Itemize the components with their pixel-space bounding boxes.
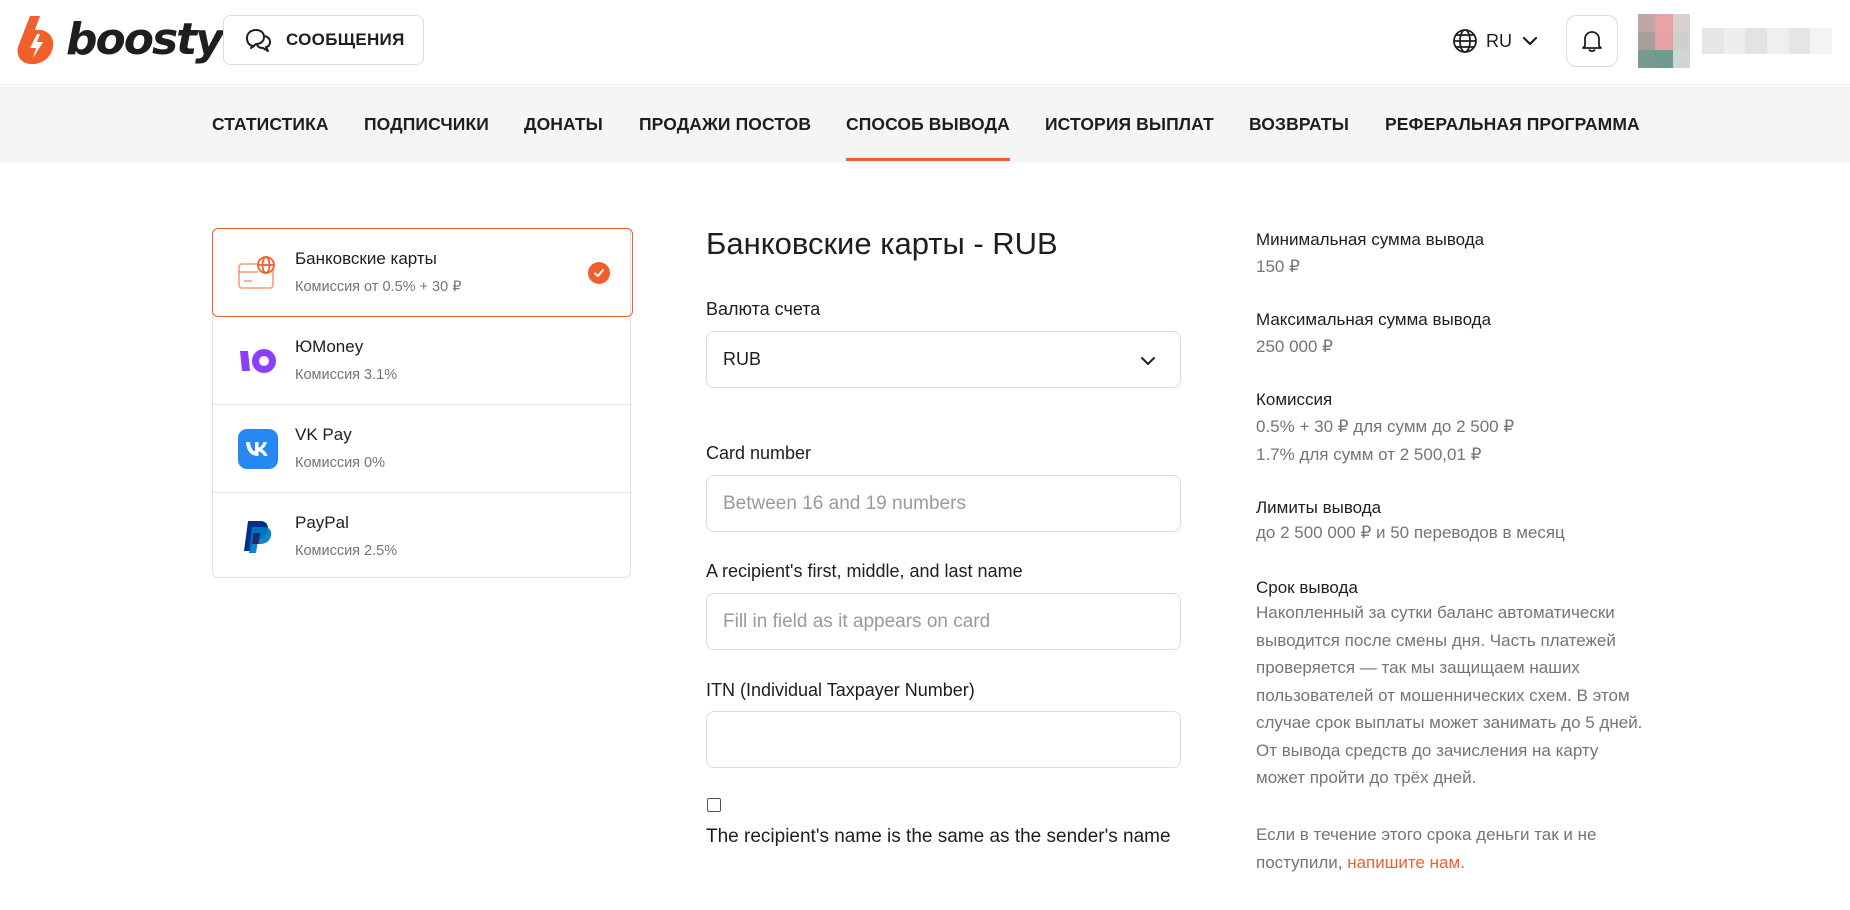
avatar[interactable] [1638, 14, 1690, 68]
boosty-logo[interactable]: boosty [16, 14, 224, 66]
notifications-button[interactable] [1566, 15, 1618, 67]
vk-icon [238, 428, 278, 469]
tab-payout-history[interactable]: ИСТОРИЯ ВЫПЛАТ [1045, 86, 1214, 163]
max-amount-value: 250 000 ₽ [1256, 337, 1333, 356]
payout-method-list: Банковские карты Комиссия от 0.5% + 30 ₽… [212, 228, 633, 581]
tab-subscribers[interactable]: ПОДПИСЧИКИ [364, 86, 489, 163]
method-title: ЮMoney [295, 337, 364, 356]
method-title: Банковские карты [295, 249, 437, 268]
recipient-name-placeholder: Fill in field as it appears on card [723, 610, 991, 632]
method-fee: Комиссия от 0.5% + 30 ₽ [295, 279, 462, 295]
max-amount-label: Максимальная сумма вывода [1256, 310, 1492, 329]
currency-select[interactable]: RUB [706, 331, 1181, 388]
currency-label: Валюта счета [706, 299, 821, 319]
tab-referral-program[interactable]: РЕФЕРАЛЬНАЯ ПРОГРАММА [1385, 86, 1640, 163]
boosty-wordmark: boosty [66, 14, 224, 65]
language-selector[interactable]: RU [1452, 25, 1540, 57]
yoomoney-icon [238, 341, 278, 381]
card-number-placeholder: Between 16 and 19 numbers [723, 492, 966, 514]
same-name-label: The recipient's name is the same as the … [706, 826, 1171, 847]
chevron-down-icon [1522, 36, 1538, 46]
form-title: Банковские карты - RUB [706, 226, 1058, 261]
cabinet-tabbar: СТАТИСТИКА ПОДПИСЧИКИ ДОНАТЫ ПРОДАЖИ ПОС… [0, 86, 1850, 163]
limits-value: до 2 500 000 ₽ и 50 переводов в месяц [1256, 523, 1565, 542]
method-fee: Комиссия 0% [295, 455, 386, 471]
card-number-label: Card number [706, 443, 812, 463]
currency-value: RUB [723, 349, 762, 369]
chat-icon [246, 29, 271, 52]
bell-icon [1582, 31, 1602, 53]
max-amount-block: Максимальная сумма вывода 250 000 ₽ [1256, 310, 1656, 361]
method-fee: Комиссия 2.5% [295, 543, 398, 559]
limits-block: Лимиты вывода до 2 500 000 ₽ и 50 перево… [1256, 498, 1656, 547]
card-number-input[interactable]: Between 16 and 19 numbers [706, 475, 1181, 532]
tab-donations[interactable]: ДОНАТЫ [524, 86, 603, 163]
language-label: RU [1486, 30, 1512, 51]
recipient-name-input[interactable]: Fill in field as it appears on card [706, 593, 1181, 650]
fee-line-1: 0.5% + 30 ₽ для сумм до 2 500 ₽ [1256, 417, 1515, 436]
term-label: Срок вывода [1256, 578, 1358, 597]
contact-text: Если в течение этого срока деньги так и … [1256, 821, 1651, 876]
method-fee: Комиссия 3.1% [295, 367, 398, 383]
username-blurred[interactable] [1702, 28, 1833, 54]
min-amount-value: 150 ₽ [1256, 257, 1300, 276]
fee-line-2: 1.7% для сумм от 2 500,01 ₽ [1256, 444, 1482, 464]
min-amount-block: Минимальная сумма вывода 150 ₽ [1256, 230, 1656, 281]
method-title: PayPal [295, 513, 349, 532]
boosty-logo-icon [17, 16, 54, 65]
paypal-icon [238, 517, 278, 557]
term-block: Срок вывода Накопленный за сутки баланс … [1256, 578, 1651, 792]
bank-card-globe-icon [238, 253, 278, 293]
chevron-down-icon [1141, 357, 1155, 365]
top-header: boosty СООБЩЕНИЯ RU [0, 0, 1850, 85]
itn-input[interactable] [706, 711, 1181, 768]
checkmark-icon [588, 262, 610, 284]
method-vk-pay[interactable]: VK Pay Комиссия 0% [213, 405, 632, 493]
contact-suffix: . [1460, 852, 1465, 872]
tab-post-sales[interactable]: ПРОДАЖИ ПОСТОВ [639, 86, 811, 163]
method-paypal[interactable]: PayPal Комиссия 2.5% [213, 493, 632, 581]
messages-button[interactable]: СООБЩЕНИЯ [223, 15, 424, 65]
method-yoomoney[interactable]: ЮMoney Комиссия 3.1% [213, 317, 632, 405]
globe-icon [1453, 29, 1477, 53]
tab-refunds[interactable]: ВОЗВРАТЫ [1249, 86, 1349, 163]
recipient-name-label: A recipient's first, middle, and last na… [706, 561, 1023, 581]
itn-label: ITN (Individual Taxpayer Number) [706, 680, 975, 700]
contact-us-link[interactable]: напишите нам [1347, 853, 1460, 872]
same-name-checkbox[interactable] [707, 798, 721, 812]
messages-label: СООБЩЕНИЯ [286, 30, 405, 49]
limits-label: Лимиты вывода [1256, 498, 1382, 517]
method-title: VK Pay [295, 425, 352, 444]
method-bank-cards[interactable]: Банковские карты Комиссия от 0.5% + 30 ₽ [212, 228, 633, 317]
min-amount-label: Минимальная сумма вывода [1256, 230, 1485, 249]
tab-statistics[interactable]: СТАТИСТИКА [212, 86, 329, 163]
term-value: Накопленный за сутки баланс автоматическ… [1256, 603, 1643, 787]
contact-block: Если в течение этого срока деньги так и … [1256, 821, 1651, 876]
fee-block: Комиссия 0.5% + 30 ₽ для сумм до 2 500 ₽… [1256, 390, 1656, 468]
tab-payout-method[interactable]: СПОСОБ ВЫВОДА [846, 86, 1010, 163]
fee-label: Комиссия [1256, 390, 1333, 409]
